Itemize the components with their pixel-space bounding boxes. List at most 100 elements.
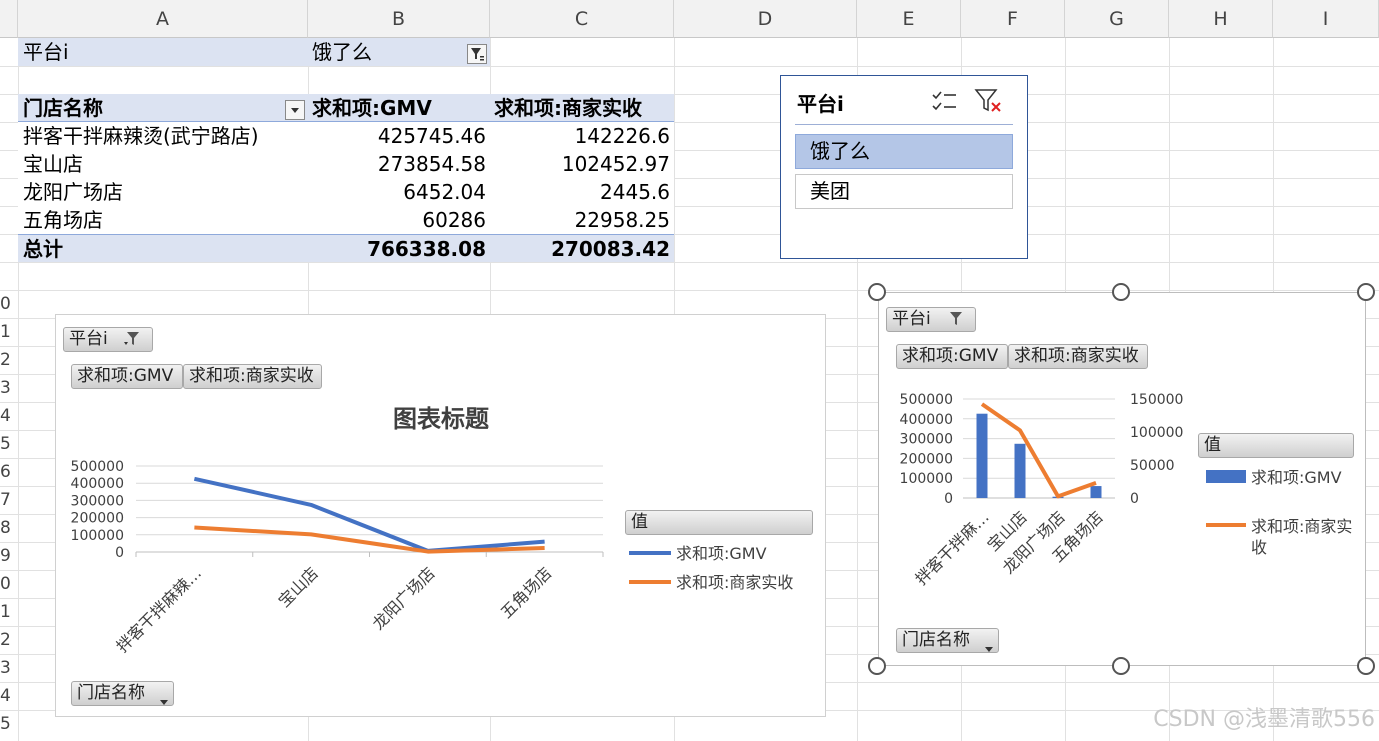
legend-swatch: [1206, 470, 1246, 483]
slicer-item-meituan[interactable]: 美团: [795, 174, 1013, 209]
pivot-total-income[interactable]: 270083.42: [490, 234, 674, 262]
watermark: CSDN @浅墨清歌556: [1153, 707, 1375, 732]
legend-label: 求和项:GMV: [676, 544, 767, 563]
y-tick-label: 200000: [900, 451, 953, 467]
line-chart-plot: 图表标题 500000400000300000 2000001000000 拌客干拌麻…: [71, 405, 794, 656]
clear-filter-icon[interactable]: [973, 87, 1003, 115]
column-header-g[interactable]: G: [1065, 0, 1169, 38]
column-header-h[interactable]: H: [1169, 0, 1273, 38]
pivot-combo-chart[interactable]: 平台i 求和项:GMV 求和项:商家实收 门店名称 值 500000 400000…: [878, 292, 1366, 666]
y-tick-label: 0: [944, 491, 953, 507]
x-tick-label: 拌客干拌麻…: [912, 507, 993, 588]
y-tick-label: 200000: [71, 511, 124, 527]
resize-handle[interactable]: [1112, 283, 1130, 301]
pivot-row-store[interactable]: 拌客干拌麻辣烫(武宁路店): [18, 122, 308, 150]
pivot-total-gmv[interactable]: 766338.08: [308, 234, 490, 262]
y2-tick-label: 100000: [1130, 425, 1183, 441]
row-number[interactable]: 5: [0, 714, 10, 734]
y-tick-label: 300000: [71, 493, 124, 509]
row-number[interactable]: 8: [0, 518, 10, 538]
row-number[interactable]: 5: [0, 434, 10, 454]
pivot-row-store[interactable]: 龙阳广场店: [18, 178, 308, 206]
chart-title: 图表标题: [393, 405, 489, 433]
y-tick-label: 0: [115, 545, 124, 561]
filter-applied-icon[interactable]: [467, 44, 487, 64]
column-header-b[interactable]: B: [308, 0, 490, 38]
pivot-header-store: 门店名称: [18, 94, 308, 122]
pivot-line-chart[interactable]: 平台i 求和项:GMV 求和项:商家实收 门店名称 值 图表标题 500000 40…: [55, 314, 826, 717]
x-tick-label: 五角场店: [497, 563, 556, 622]
row-number[interactable]: 3: [0, 378, 10, 398]
pivot-header-gmv: 求和项:GMV: [308, 94, 490, 122]
row-number[interactable]: 4: [0, 686, 10, 706]
row-number[interactable]: 6: [0, 462, 10, 482]
pivot-total-label[interactable]: 总计: [18, 234, 308, 262]
resize-handle[interactable]: [1357, 657, 1375, 675]
resize-handle[interactable]: [1112, 657, 1130, 675]
row-number[interactable]: 0: [0, 574, 10, 594]
y2-tick-label: 150000: [1130, 392, 1183, 408]
row-number[interactable]: 4: [0, 406, 10, 426]
x-tick-label: 宝山店: [275, 563, 322, 610]
column-header-d[interactable]: D: [674, 0, 857, 38]
legend-label: 收: [1251, 538, 1267, 557]
pivot-row-gmv[interactable]: 273854.58: [308, 150, 490, 178]
pivot-row-gmv[interactable]: 60286: [308, 206, 490, 234]
pivot-row-gmv[interactable]: 425745.46: [308, 122, 490, 150]
row-number[interactable]: 9: [0, 546, 10, 566]
x-tick-label: 龙阳广场店: [369, 563, 439, 633]
platform-slicer[interactable]: 平台i 饿了么 美团: [780, 75, 1028, 259]
pivot-filter-value[interactable]: 饿了么: [308, 38, 490, 66]
row-number[interactable]: 1: [0, 322, 10, 342]
column-header-f[interactable]: F: [961, 0, 1065, 38]
row-number[interactable]: 2: [0, 350, 10, 370]
slicer-divider: [795, 124, 1013, 125]
column-header-c[interactable]: C: [490, 0, 674, 38]
series-line: [194, 525, 545, 554]
y-tick-label: 500000: [71, 459, 124, 475]
x-tick-label: 拌客干拌麻辣…: [113, 563, 206, 656]
pivot-row-income[interactable]: 22958.25: [490, 206, 674, 234]
pivot-row-income[interactable]: 142226.6: [490, 122, 674, 150]
slicer-item-eleme[interactable]: 饿了么: [795, 134, 1013, 169]
y-tick-label: 400000: [900, 412, 953, 428]
y2-tick-label: 0: [1130, 491, 1139, 507]
dropdown-arrow-icon[interactable]: [285, 100, 305, 120]
y-tick-label: 500000: [900, 392, 953, 408]
pivot-row-store[interactable]: 宝山店: [18, 150, 308, 178]
row-number[interactable]: 3: [0, 658, 10, 678]
row-number[interactable]: 1: [0, 602, 10, 622]
series-line: [980, 402, 1097, 499]
resize-handle[interactable]: [1357, 283, 1375, 301]
pivot-row-income[interactable]: 102452.97: [490, 150, 674, 178]
y2-tick-label: 50000: [1130, 458, 1175, 474]
y-tick-label: 300000: [900, 432, 953, 448]
multi-select-icon[interactable]: [931, 88, 959, 114]
y-tick-label: 400000: [71, 476, 124, 492]
bar: [976, 413, 988, 498]
row-number[interactable]: 2: [0, 630, 10, 650]
bar: [1090, 486, 1102, 498]
column-header-a[interactable]: A: [18, 0, 308, 38]
combo-chart-plot: 5000004000003000002000001000000150000100…: [900, 392, 1353, 589]
pivot-header-income: 求和项:商家实收: [490, 94, 674, 122]
pivot-row-gmv[interactable]: 6452.04: [308, 178, 490, 206]
legend-label: 求和项:GMV: [1251, 468, 1342, 487]
row-number[interactable]: 0: [0, 294, 10, 314]
y-tick-label: 100000: [71, 528, 124, 544]
resize-handle[interactable]: [868, 657, 886, 675]
y-tick-label: 100000: [900, 471, 953, 487]
resize-handle[interactable]: [868, 283, 886, 301]
pivot-row-income[interactable]: 2445.6: [490, 178, 674, 206]
row-number[interactable]: 7: [0, 490, 10, 510]
bar: [1014, 443, 1026, 498]
select-all-corner[interactable]: [0, 0, 18, 38]
slicer-title: 平台i: [797, 92, 844, 116]
pivot-row-store[interactable]: 五角场店: [18, 206, 308, 234]
legend-label: 求和项:商家实: [1251, 517, 1352, 536]
series-line: [193, 476, 545, 553]
legend-label: 求和项:商家实收: [676, 573, 793, 592]
column-header-e[interactable]: E: [857, 0, 961, 38]
column-header-i[interactable]: I: [1273, 0, 1379, 38]
pivot-filter-label: 平台i: [18, 38, 308, 66]
